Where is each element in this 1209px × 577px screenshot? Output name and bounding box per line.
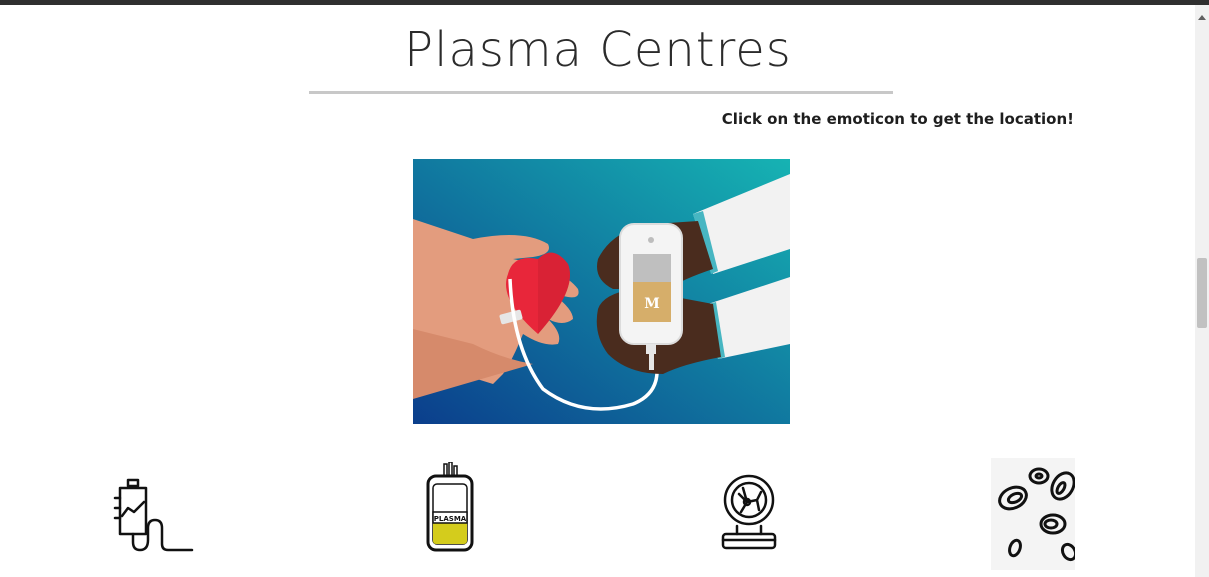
vertical-scrollbar[interactable] — [1195, 5, 1209, 577]
page-title: Plasma Centres — [404, 22, 792, 78]
title-divider — [309, 91, 893, 94]
plasma-label: PLASMA — [434, 515, 467, 523]
instruction-text: Click on the emoticon to get the locatio… — [721, 110, 1074, 128]
top-border — [0, 0, 1209, 5]
scrollbar-thumb[interactable] — [1197, 258, 1207, 328]
cell-globe-icon[interactable] — [719, 470, 781, 556]
blood-cells-icon[interactable] — [991, 458, 1075, 570]
plasma-donation-illustration: M — [413, 159, 790, 424]
scroll-up-arrow-icon[interactable] — [1198, 15, 1206, 20]
bag-letter: M — [644, 296, 660, 312]
plasma-bag-icon[interactable]: PLASMA — [424, 462, 476, 554]
iv-drip-icon[interactable] — [110, 478, 200, 553]
